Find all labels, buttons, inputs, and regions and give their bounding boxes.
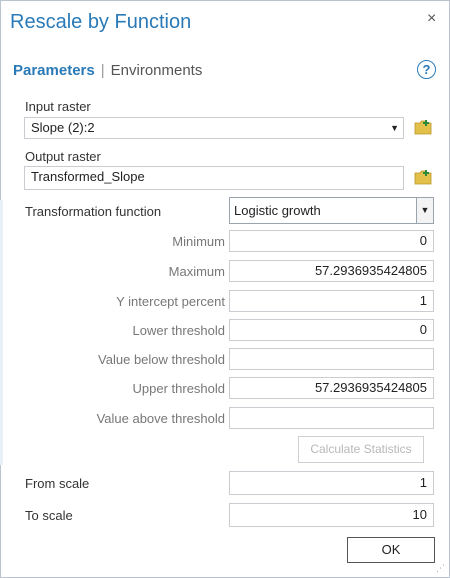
ok-button[interactable]: OK xyxy=(347,537,435,563)
param-label-maximum: Maximum xyxy=(168,264,225,279)
tab-environments[interactable]: Environments xyxy=(111,62,203,79)
group-indicator xyxy=(0,200,3,465)
input-raster-dropdown[interactable]: Slope (2):2 ▼ xyxy=(24,117,404,139)
input-raster-value: Slope (2):2 xyxy=(31,120,95,135)
calculate-statistics-button[interactable]: Calculate Statistics xyxy=(298,436,424,463)
to-scale-label: To scale xyxy=(25,508,73,523)
from-scale-label: From scale xyxy=(25,476,90,491)
resize-grip-icon[interactable]: ⋰ xyxy=(436,563,445,574)
param-input-minimum[interactable]: 0 xyxy=(229,230,434,252)
chevron-down-icon[interactable]: ▼ xyxy=(416,198,433,223)
param-label-upper-threshold: Upper threshold xyxy=(132,381,226,396)
param-input-lower-threshold[interactable]: 0 xyxy=(229,319,434,341)
from-scale-input[interactable]: 1 xyxy=(229,471,434,495)
transformation-label: Transformation function xyxy=(25,204,162,219)
close-icon[interactable]: × xyxy=(427,10,436,28)
tab-bar: Parameters | Environments xyxy=(13,62,202,79)
transformation-dropdown[interactable]: Logistic growth ▼ xyxy=(229,197,434,224)
param-label-value-below: Value below threshold xyxy=(98,352,225,367)
param-input-y-intercept[interactable]: 1 xyxy=(229,290,434,312)
browse-folder-icon[interactable] xyxy=(414,119,432,135)
dialog-title: Rescale by Function xyxy=(10,11,192,33)
output-raster-label: Output raster xyxy=(25,149,101,164)
param-input-value-below[interactable] xyxy=(229,348,434,370)
param-input-value-above[interactable] xyxy=(229,407,434,429)
param-label-minimum: Minimum xyxy=(172,234,225,249)
transformation-value: Logistic growth xyxy=(234,203,321,218)
input-raster-label: Input raster xyxy=(25,99,91,114)
param-label-y-intercept: Y intercept percent xyxy=(116,294,225,309)
tab-parameters[interactable]: Parameters xyxy=(13,62,95,79)
browse-folder-icon[interactable] xyxy=(414,169,432,185)
param-label-value-above: Value above threshold xyxy=(96,411,225,426)
param-input-upper-threshold[interactable]: 57.2936935424805 xyxy=(229,377,434,399)
output-raster-input[interactable]: Transformed_Slope xyxy=(24,166,404,190)
output-raster-value: Transformed_Slope xyxy=(31,169,145,184)
tab-separator: | xyxy=(100,62,105,79)
param-input-maximum[interactable]: 57.2936935424805 xyxy=(229,260,434,282)
help-icon[interactable]: ? xyxy=(417,60,436,79)
chevron-down-icon: ▼ xyxy=(390,123,399,133)
to-scale-input[interactable]: 10 xyxy=(229,503,434,527)
param-label-lower-threshold: Lower threshold xyxy=(132,323,226,338)
